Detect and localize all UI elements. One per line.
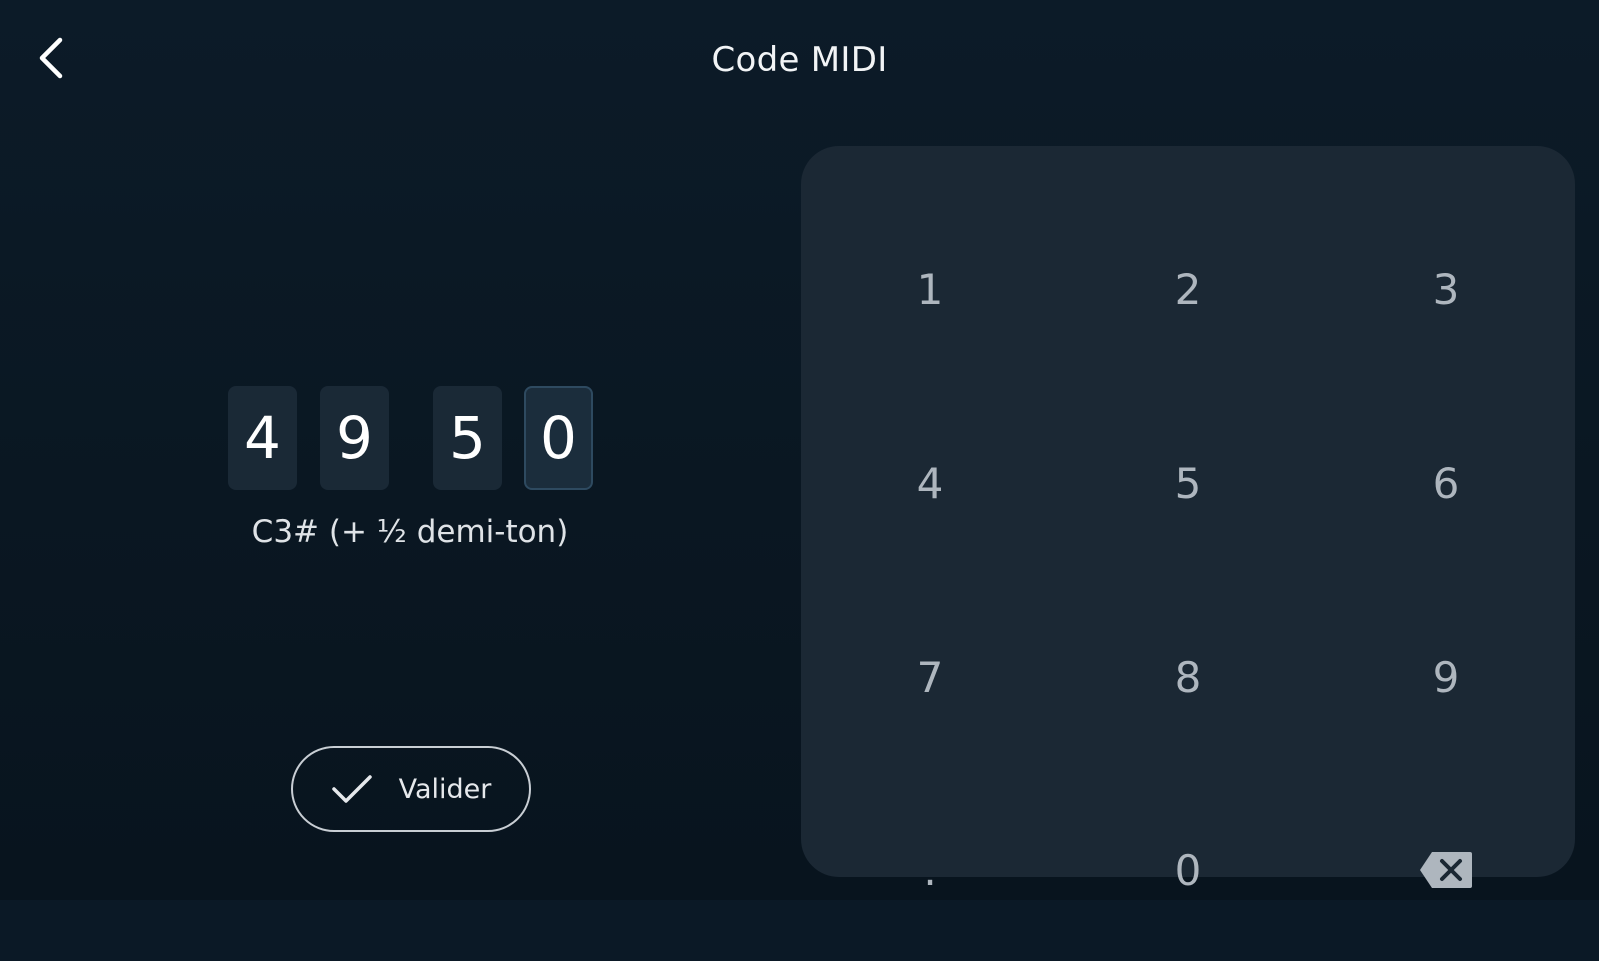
code-display: 4 9 5 0	[228, 386, 598, 490]
key-6[interactable]: 6	[1317, 392, 1575, 574]
numeric-keypad: 1 2 3 4 5 6 7 8 9 . 0	[801, 146, 1575, 895]
backspace-icon	[1420, 852, 1472, 888]
code-digit-2[interactable]: 9	[320, 386, 389, 490]
code-digit-1[interactable]: 4	[228, 386, 297, 490]
key-5[interactable]: 5	[1059, 392, 1317, 574]
check-icon	[331, 775, 372, 803]
validate-button[interactable]: Valider	[291, 746, 531, 832]
code-digit-4[interactable]: 0	[524, 386, 593, 490]
validate-label: Valider	[398, 773, 492, 805]
backspace-key[interactable]	[1317, 779, 1575, 961]
key-4[interactable]: 4	[801, 392, 1059, 574]
key-8[interactable]: 8	[1059, 586, 1317, 768]
page-title: Code MIDI	[711, 40, 888, 80]
note-label: C3# (+ ½ demi-ton)	[251, 514, 569, 550]
midi-code-screen: Code MIDI 4 9 5 0 C3# (+ ½ demi-ton) Val…	[0, 0, 1599, 900]
key-7[interactable]: 7	[801, 586, 1059, 768]
key-decimal[interactable]: .	[801, 779, 1059, 961]
key-0[interactable]: 0	[1059, 779, 1317, 961]
code-digit-3[interactable]: 5	[433, 386, 502, 490]
key-3[interactable]: 3	[1317, 198, 1575, 380]
key-9[interactable]: 9	[1317, 586, 1575, 768]
key-1[interactable]: 1	[801, 198, 1059, 380]
key-2[interactable]: 2	[1059, 198, 1317, 380]
